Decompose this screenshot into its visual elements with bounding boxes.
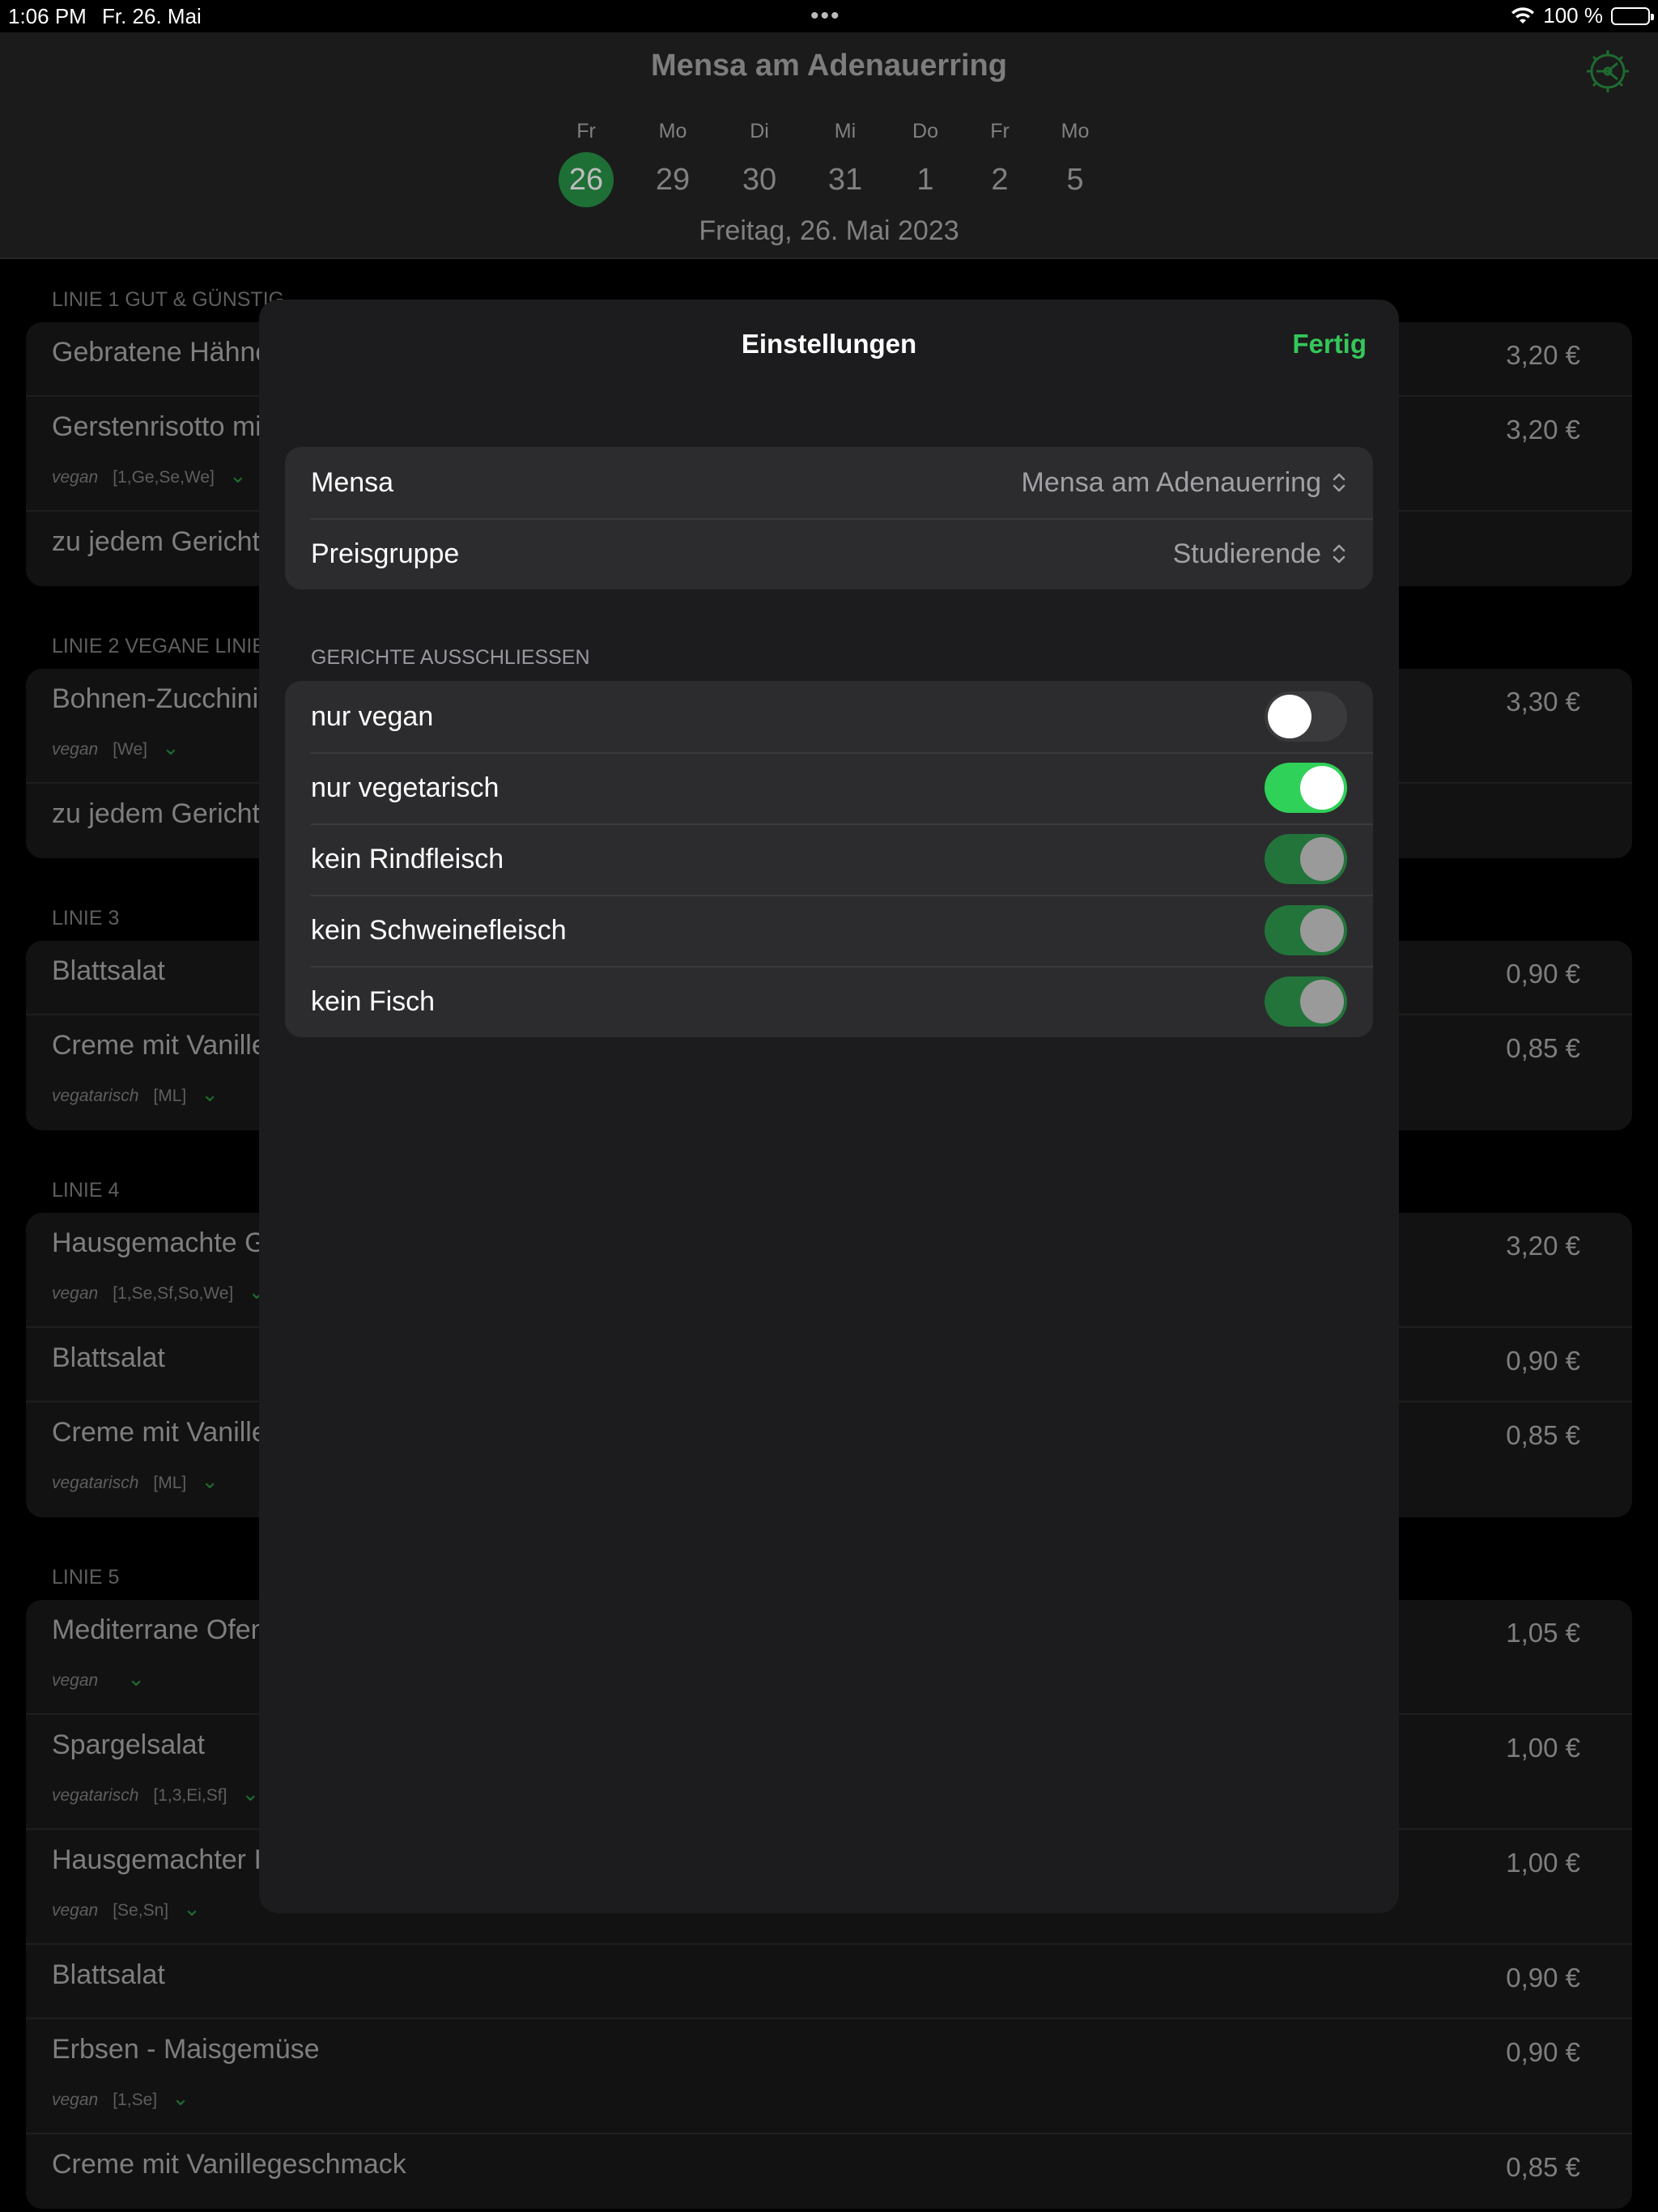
toggle-label: kein Fisch	[311, 985, 436, 1017]
toggle-label: kein Rindfleisch	[311, 843, 504, 874]
toggle-row: nur vegan	[285, 681, 1373, 752]
toggle-row: kein Rindfleisch	[285, 823, 1373, 895]
toggle-label: nur vegetarisch	[311, 772, 500, 803]
mensa-label: Mensa	[311, 466, 394, 498]
toggle-row: kein Fisch	[285, 966, 1373, 1037]
chevron-up-down-icon	[1333, 544, 1346, 564]
price-group-label: Preisgruppe	[311, 538, 460, 569]
chevron-up-down-icon	[1333, 473, 1346, 492]
exclude-section-header: GERICHTE AUSSCHLIESSEN	[311, 646, 590, 669]
mensa-settings-group: Mensa Mensa am Adenauerring Preisgruppe …	[285, 447, 1373, 589]
price-group-picker-row[interactable]: Preisgruppe Studierende	[285, 518, 1373, 589]
toggle-switch[interactable]	[1265, 905, 1347, 955]
toggle-knob	[1300, 908, 1344, 952]
price-group-value: Studierende	[1172, 538, 1321, 569]
mensa-value: Mensa am Adenauerring	[1021, 466, 1321, 498]
toggle-knob	[1300, 837, 1344, 881]
toggle-knob	[1300, 766, 1344, 810]
toggle-switch[interactable]	[1265, 976, 1347, 1027]
toggle-switch[interactable]	[1265, 834, 1347, 884]
screen: 1:06 PM Fr. 26. Mai ••• 100 % Mensa am A…	[0, 0, 1658, 2212]
toggle-row: kein Schweinefleisch	[285, 895, 1373, 966]
toggle-label: nur vegan	[311, 700, 434, 732]
toggle-switch[interactable]	[1265, 763, 1347, 813]
toggle-row: nur vegetarisch	[285, 752, 1373, 823]
settings-title: Einstellungen	[741, 329, 917, 359]
toggle-knob	[1268, 695, 1312, 738]
mensa-picker[interactable]: Mensa am Adenauerring	[1022, 467, 1347, 499]
settings-sheet: Einstellungen Fertig Mensa Mensa am Aden…	[259, 300, 1399, 1913]
done-button[interactable]: Fertig	[1292, 329, 1367, 359]
price-group-picker[interactable]: Studierende	[1173, 538, 1347, 570]
toggle-knob	[1300, 980, 1344, 1023]
toggle-switch[interactable]	[1265, 691, 1347, 742]
mensa-picker-row[interactable]: Mensa Mensa am Adenauerring	[285, 447, 1373, 518]
exclude-settings-group: nur vegan nur vegetarisch kein Rindfleis…	[285, 681, 1373, 1037]
toggle-label: kein Schweinefleisch	[311, 914, 567, 946]
